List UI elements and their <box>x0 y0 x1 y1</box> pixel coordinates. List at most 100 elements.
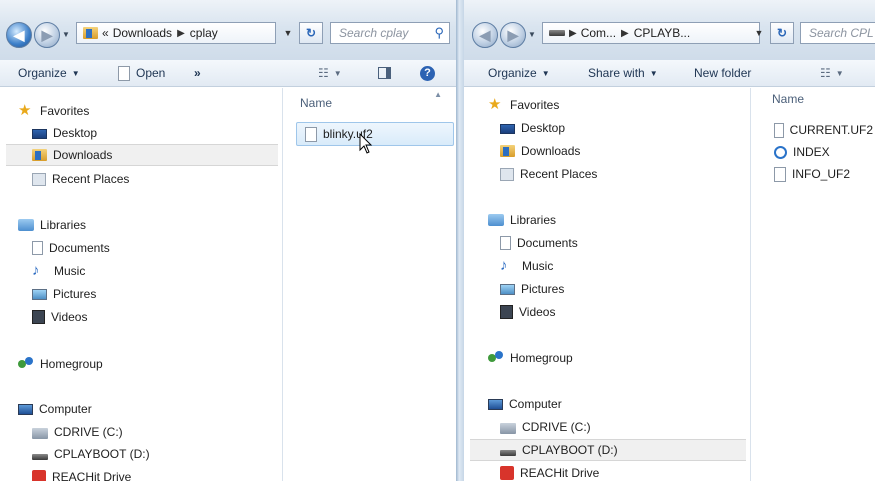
breadcrumb-separator-icon[interactable]: ▶ <box>569 28 577 39</box>
breadcrumb-cplayboot[interactable]: CPLAYB... <box>634 26 690 40</box>
file-icon <box>774 166 786 182</box>
command-bar: Organize ▼ Open » ☷ ▼ ? <box>0 60 456 87</box>
nav-desktop[interactable]: Desktop <box>32 122 282 144</box>
back-button[interactable]: ◀ <box>472 22 498 48</box>
folder-icon <box>83 27 98 39</box>
breadcrumb-computer[interactable]: Com... <box>581 26 616 40</box>
nav-recent-places[interactable]: Recent Places <box>500 163 750 185</box>
view-icon: ☷ <box>318 66 329 80</box>
nav-libraries[interactable]: Libraries <box>488 209 750 231</box>
nav-downloads[interactable]: Downloads <box>500 140 750 162</box>
computer-icon <box>488 398 503 410</box>
address-dropdown-button[interactable]: ▼ <box>279 22 297 44</box>
name-column-header[interactable]: Name ▲ <box>284 88 456 118</box>
nav-reachit-drive[interactable]: REACHit Drive <box>32 466 282 481</box>
open-button[interactable]: Open <box>118 60 165 86</box>
nav-favorites[interactable]: ★ Favorites <box>488 94 750 116</box>
file-item-index[interactable]: INDEX <box>774 140 873 164</box>
nav-music[interactable]: ♪ Music <box>32 260 282 282</box>
nav-libraries[interactable]: Libraries <box>18 214 282 236</box>
preview-pane-button[interactable] <box>378 60 391 86</box>
nav-homegroup[interactable]: Homegroup <box>18 353 282 375</box>
internet-explorer-icon <box>774 145 787 159</box>
nav-documents[interactable]: Documents <box>500 232 750 254</box>
file-item-info-uf2[interactable]: INFO_UF2 <box>774 162 873 186</box>
search-icon[interactable]: ⚲ <box>434 25 444 41</box>
forward-button[interactable]: ▶ <box>34 22 60 48</box>
address-bar[interactable]: ▶ Com... ▶ CPLAYB... <box>542 22 760 44</box>
desktop-icon <box>500 124 515 134</box>
help-button[interactable]: ? <box>420 60 435 86</box>
chevron-down-icon: ▼ <box>649 68 658 78</box>
file-icon <box>305 126 317 142</box>
homegroup-icon <box>18 357 34 371</box>
file-item-blinky[interactable]: blinky.uf2 <box>296 122 454 146</box>
nav-documents[interactable]: Documents <box>32 237 282 259</box>
breadcrumb-separator-icon[interactable]: ▶ <box>621 28 629 39</box>
nav-cplayboot[interactable]: CPLAYBOOT (D:) <box>470 439 746 461</box>
search-input[interactable]: Search cplay ⚲ <box>330 22 450 44</box>
forward-button[interactable]: ▶ <box>500 22 526 48</box>
recent-pages-dropdown[interactable]: ▼ <box>528 30 538 40</box>
organize-button[interactable]: Organize ▼ <box>488 60 550 86</box>
nav-pictures[interactable]: Pictures <box>32 283 282 305</box>
pictures-icon <box>32 288 47 300</box>
chevron-down-icon: ▼ <box>71 68 80 78</box>
breadcrumb-downloads[interactable]: Downloads <box>113 26 172 40</box>
nav-cdrive[interactable]: CDRIVE (C:) <box>32 421 282 443</box>
view-options-button[interactable]: ☷ ▼ <box>820 60 844 86</box>
refresh-button[interactable]: ↻ <box>770 22 794 44</box>
nav-computer[interactable]: Computer <box>488 393 750 415</box>
videos-icon <box>500 305 513 319</box>
share-with-button[interactable]: Share with ▼ <box>588 60 658 86</box>
music-icon: ♪ <box>500 257 508 274</box>
new-folder-button[interactable]: New folder <box>694 60 751 86</box>
nav-videos[interactable]: Videos <box>32 306 282 328</box>
navigation-pane: ★ Favorites Desktop Downloads Recent Pla… <box>464 88 751 481</box>
name-column-header[interactable]: Name <box>752 88 875 118</box>
breadcrumb-cplay[interactable]: cplay <box>190 26 218 40</box>
more-commands-button[interactable]: » <box>194 60 201 86</box>
address-bar[interactable]: « Downloads ▶ cplay <box>76 22 276 44</box>
recent-pages-dropdown[interactable]: ▼ <box>62 30 72 40</box>
nav-cplayboot[interactable]: CPLAYBOOT (D:) <box>32 443 282 465</box>
documents-icon <box>32 241 43 255</box>
nav-downloads[interactable]: Downloads <box>6 144 278 166</box>
file-item-current-uf2[interactable]: CURRENT.UF2 <box>774 118 873 142</box>
back-button[interactable]: ◀ <box>6 22 32 48</box>
address-overflow-chevron[interactable]: « <box>102 26 109 40</box>
view-icon: ☷ <box>820 66 831 80</box>
desktop-icon <box>32 129 47 139</box>
breadcrumb-separator-icon[interactable]: ▶ <box>177 28 185 39</box>
nav-homegroup[interactable]: Homegroup <box>488 347 750 369</box>
organize-button[interactable]: Organize ▼ <box>18 60 80 86</box>
view-options-button[interactable]: ☷ ▼ <box>318 60 342 86</box>
nav-desktop[interactable]: Desktop <box>500 117 750 139</box>
computer-icon <box>18 403 33 415</box>
nav-favorites[interactable]: ★ Favorites <box>18 100 282 122</box>
chevron-down-icon: ▼ <box>541 68 550 78</box>
nav-music[interactable]: ♪ Music <box>500 255 750 277</box>
documents-icon <box>500 236 511 250</box>
right-explorer-window: ◀ ▶ ▼ ▶ Com... ▶ CPLAYB... ▼ ↻ Search CP… <box>464 0 875 481</box>
libraries-icon <box>18 219 34 231</box>
nav-cdrive[interactable]: CDRIVE (C:) <box>500 416 750 438</box>
pictures-icon <box>500 283 515 295</box>
nav-pictures[interactable]: Pictures <box>500 278 750 300</box>
libraries-icon <box>488 214 504 226</box>
address-dropdown-button[interactable]: ▼ <box>750 22 768 44</box>
hard-drive-icon <box>500 423 516 434</box>
mouse-cursor-icon <box>359 133 373 154</box>
music-icon: ♪ <box>32 262 40 279</box>
navigation-pane: ★ Favorites Desktop Downloads Recent Pla… <box>0 88 283 481</box>
star-icon: ★ <box>488 96 502 113</box>
nav-computer[interactable]: Computer <box>18 398 282 420</box>
nav-reachit-drive[interactable]: REACHit Drive <box>500 462 750 481</box>
nav-recent-places[interactable]: Recent Places <box>32 168 282 190</box>
sort-ascending-icon: ▲ <box>434 90 442 99</box>
reachit-drive-icon <box>500 466 514 480</box>
hard-drive-icon <box>32 428 48 439</box>
refresh-button[interactable]: ↻ <box>299 22 323 44</box>
nav-videos[interactable]: Videos <box>500 301 750 323</box>
search-input[interactable]: Search CPL <box>800 22 875 44</box>
